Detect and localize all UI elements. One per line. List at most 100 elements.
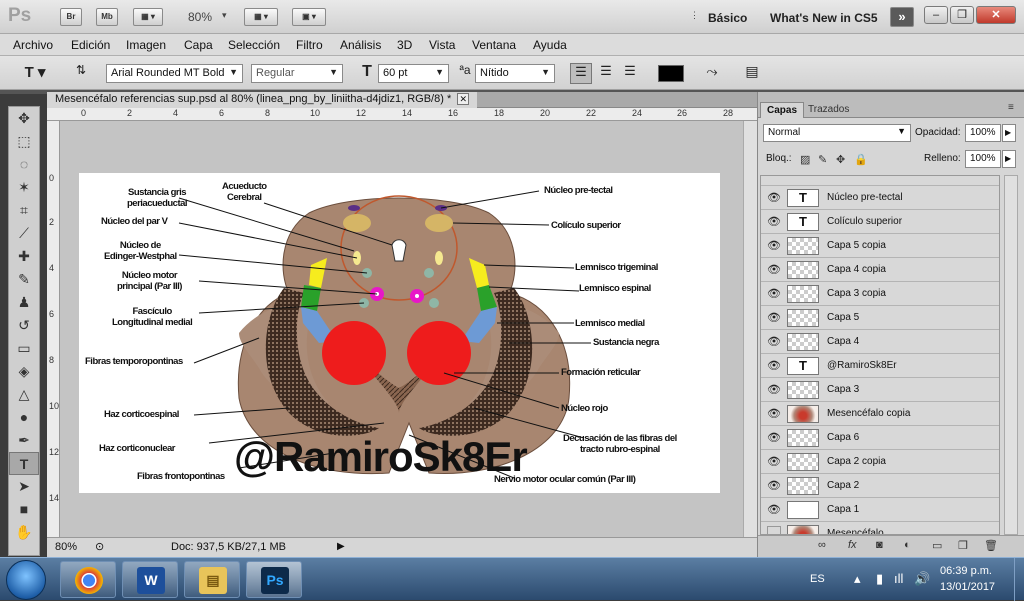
watermark-text[interactable]: @RamiroSk8Er — [234, 433, 528, 481]
layers-scrollbar[interactable] — [1004, 175, 1018, 535]
document-vertical-scrollbar[interactable] — [743, 121, 757, 537]
visibility-eye-icon[interactable]: 👁 — [767, 455, 781, 468]
menu-vista[interactable]: Vista — [429, 38, 455, 52]
clock-date[interactable]: 13/01/2017 — [940, 581, 995, 593]
taskbar-explorer[interactable]: ▤ — [184, 561, 240, 598]
layer-style-icon[interactable]: fx — [848, 539, 857, 551]
visibility-eye-icon[interactable]: 👁 — [767, 287, 781, 300]
opacity-field[interactable]: 100% — [965, 124, 1001, 142]
blur-tool-icon[interactable]: △ — [9, 383, 39, 406]
new-layer-icon[interactable]: ❐ — [958, 539, 968, 552]
mini-bridge-button[interactable]: Mb — [96, 8, 118, 26]
shape-tool-icon[interactable]: ■ — [9, 498, 39, 521]
text-color-swatch[interactable] — [658, 65, 684, 82]
menu-3d[interactable]: 3D — [397, 38, 412, 52]
menu-capa[interactable]: Capa — [184, 38, 213, 52]
start-button[interactable] — [6, 560, 46, 600]
opacity-slider-arrow-icon[interactable]: ▶ — [1002, 124, 1016, 142]
battery-icon[interactable]: ▮ — [876, 571, 883, 587]
visibility-eye-icon[interactable]: 👁 — [767, 431, 781, 444]
move-tool-icon[interactable]: ✥ — [9, 107, 39, 130]
layer-row[interactable]: Mesencéfalo — [761, 522, 999, 534]
tab-capas[interactable]: Capas — [760, 102, 805, 118]
fill-field[interactable]: 100% — [965, 150, 1001, 168]
menu-imagen[interactable]: Imagen — [126, 38, 166, 52]
taskbar-photoshop[interactable]: Ps — [246, 561, 302, 598]
warp-text-icon[interactable]: ⤳ — [702, 63, 722, 84]
layer-row[interactable]: 👁 Capa 6 — [761, 426, 999, 450]
menu-archivo[interactable]: Archivo — [13, 38, 53, 52]
dodge-tool-icon[interactable]: ● — [9, 406, 39, 429]
visibility-eye-icon[interactable]: 👁 — [767, 263, 781, 276]
visibility-eye-icon[interactable]: 👁 — [767, 479, 781, 492]
layer-row[interactable]: 👁 Capa 2 — [761, 474, 999, 498]
layer-row-partial[interactable] — [761, 176, 999, 186]
marquee-tool-icon[interactable]: ⬚ — [9, 130, 39, 153]
lock-transparency-icon[interactable]: ▨ — [800, 153, 810, 166]
paint-bucket-tool-icon[interactable]: ◈ — [9, 360, 39, 383]
visibility-eye-icon[interactable]: 👁 — [767, 239, 781, 252]
bridge-button[interactable]: Br — [60, 8, 82, 26]
layer-row[interactable]: 👁 Capa 3 — [761, 378, 999, 402]
brush-tool-icon[interactable]: ✎ — [9, 268, 39, 291]
visibility-eye-icon[interactable]: 👁 — [767, 359, 781, 372]
restore-button[interactable]: ❐ — [950, 6, 974, 24]
menu-filtro[interactable]: Filtro — [296, 38, 323, 52]
visibility-eye-icon[interactable]: 👁 — [767, 311, 781, 324]
layer-row[interactable]: 👁 T Colículo superior — [761, 210, 999, 234]
layer-row[interactable]: 👁 T @RamiroSk8Er — [761, 354, 999, 378]
layer-row[interactable]: 👁 Capa 2 copia — [761, 450, 999, 474]
eyedropper-tool-icon[interactable]: ⟋ — [9, 222, 39, 245]
lock-position-icon[interactable]: ✥ — [836, 153, 845, 166]
text-orientation-icon[interactable]: ⇅ — [72, 63, 90, 84]
link-layers-icon[interactable]: ∞ — [818, 539, 826, 551]
close-tab-icon[interactable]: ✕ — [457, 93, 470, 105]
status-zoom[interactable]: 80% — [55, 541, 77, 553]
lasso-tool-icon[interactable]: ◌ — [9, 153, 39, 176]
new-group-icon[interactable]: ▭ — [932, 539, 942, 552]
type-tool-preset-icon[interactable]: T ▾ — [20, 63, 50, 84]
status-options-icon[interactable]: ⊙ — [95, 540, 104, 553]
hand-tool-icon[interactable]: ✋ — [9, 521, 39, 544]
menu-analisis[interactable]: Análisis — [340, 38, 381, 52]
tab-trazados[interactable]: Trazados — [802, 102, 855, 118]
layer-row[interactable]: 👁 Capa 5 copia — [761, 234, 999, 258]
layer-row[interactable]: 👁 Capa 5 — [761, 306, 999, 330]
menu-ayuda[interactable]: Ayuda — [533, 38, 567, 52]
align-center-button[interactable]: ☰ — [596, 63, 616, 84]
character-panel-icon[interactable]: ▤ — [742, 63, 762, 84]
fill-slider-arrow-icon[interactable]: ▶ — [1002, 150, 1016, 168]
delete-layer-icon[interactable]: 🗑 — [984, 539, 998, 552]
font-style-select[interactable]: Regular ▼ — [251, 64, 343, 83]
horizontal-ruler[interactable]: 0 2 4 6 8 10 12 14 16 18 20 22 24 26 28 — [47, 108, 757, 121]
eraser-tool-icon[interactable]: ▭ — [9, 337, 39, 360]
menu-edicion[interactable]: Edición — [71, 38, 110, 52]
vertical-ruler[interactable]: 0 2 4 6 8 10 12 14 — [47, 121, 60, 537]
clone-stamp-tool-icon[interactable]: ♟ — [9, 291, 39, 314]
antialias-select[interactable]: Nítido ▼ — [475, 64, 555, 83]
workspace-basico[interactable]: Básico — [708, 11, 747, 25]
layer-row[interactable]: 👁 Capa 1 — [761, 498, 999, 522]
extras-button[interactable]: ▦ ▾ — [133, 8, 163, 26]
font-family-select[interactable]: Arial Rounded MT Bold ▼ — [106, 64, 243, 83]
layer-row[interactable]: 👁 T Núcleo pre-tectal — [761, 186, 999, 210]
path-selection-tool-icon[interactable]: ➤ — [9, 475, 39, 498]
menu-seleccion[interactable]: Selección — [228, 38, 280, 52]
zoom-dropdown-icon[interactable]: ▾ — [222, 10, 227, 21]
layer-row[interactable]: 👁 Capa 4 copia — [761, 258, 999, 282]
visibility-eye-icon[interactable]: 👁 — [767, 215, 781, 228]
status-menu-arrow-icon[interactable]: ▶ — [337, 541, 345, 552]
volume-icon[interactable]: 🔊 — [914, 571, 930, 587]
visibility-eye-icon[interactable]: 👁 — [767, 407, 781, 420]
taskbar-word[interactable]: W — [122, 561, 178, 598]
layer-row[interactable]: 👁 Mesencéfalo copia — [761, 402, 999, 426]
arrange-documents-button[interactable]: ▦ ▾ — [244, 8, 278, 26]
adjustment-layer-icon[interactable]: ◐ — [904, 539, 911, 551]
more-workspaces-button[interactable]: » — [890, 7, 914, 27]
screen-mode-button[interactable]: ▣ ▾ — [292, 8, 326, 26]
visibility-eye-icon[interactable]: 👁 — [767, 191, 781, 204]
quick-selection-tool-icon[interactable]: ✶ — [9, 176, 39, 199]
menu-ventana[interactable]: Ventana — [472, 38, 516, 52]
align-right-button[interactable]: ☰ — [620, 63, 640, 84]
visibility-eye-icon[interactable]: 👁 — [767, 383, 781, 396]
